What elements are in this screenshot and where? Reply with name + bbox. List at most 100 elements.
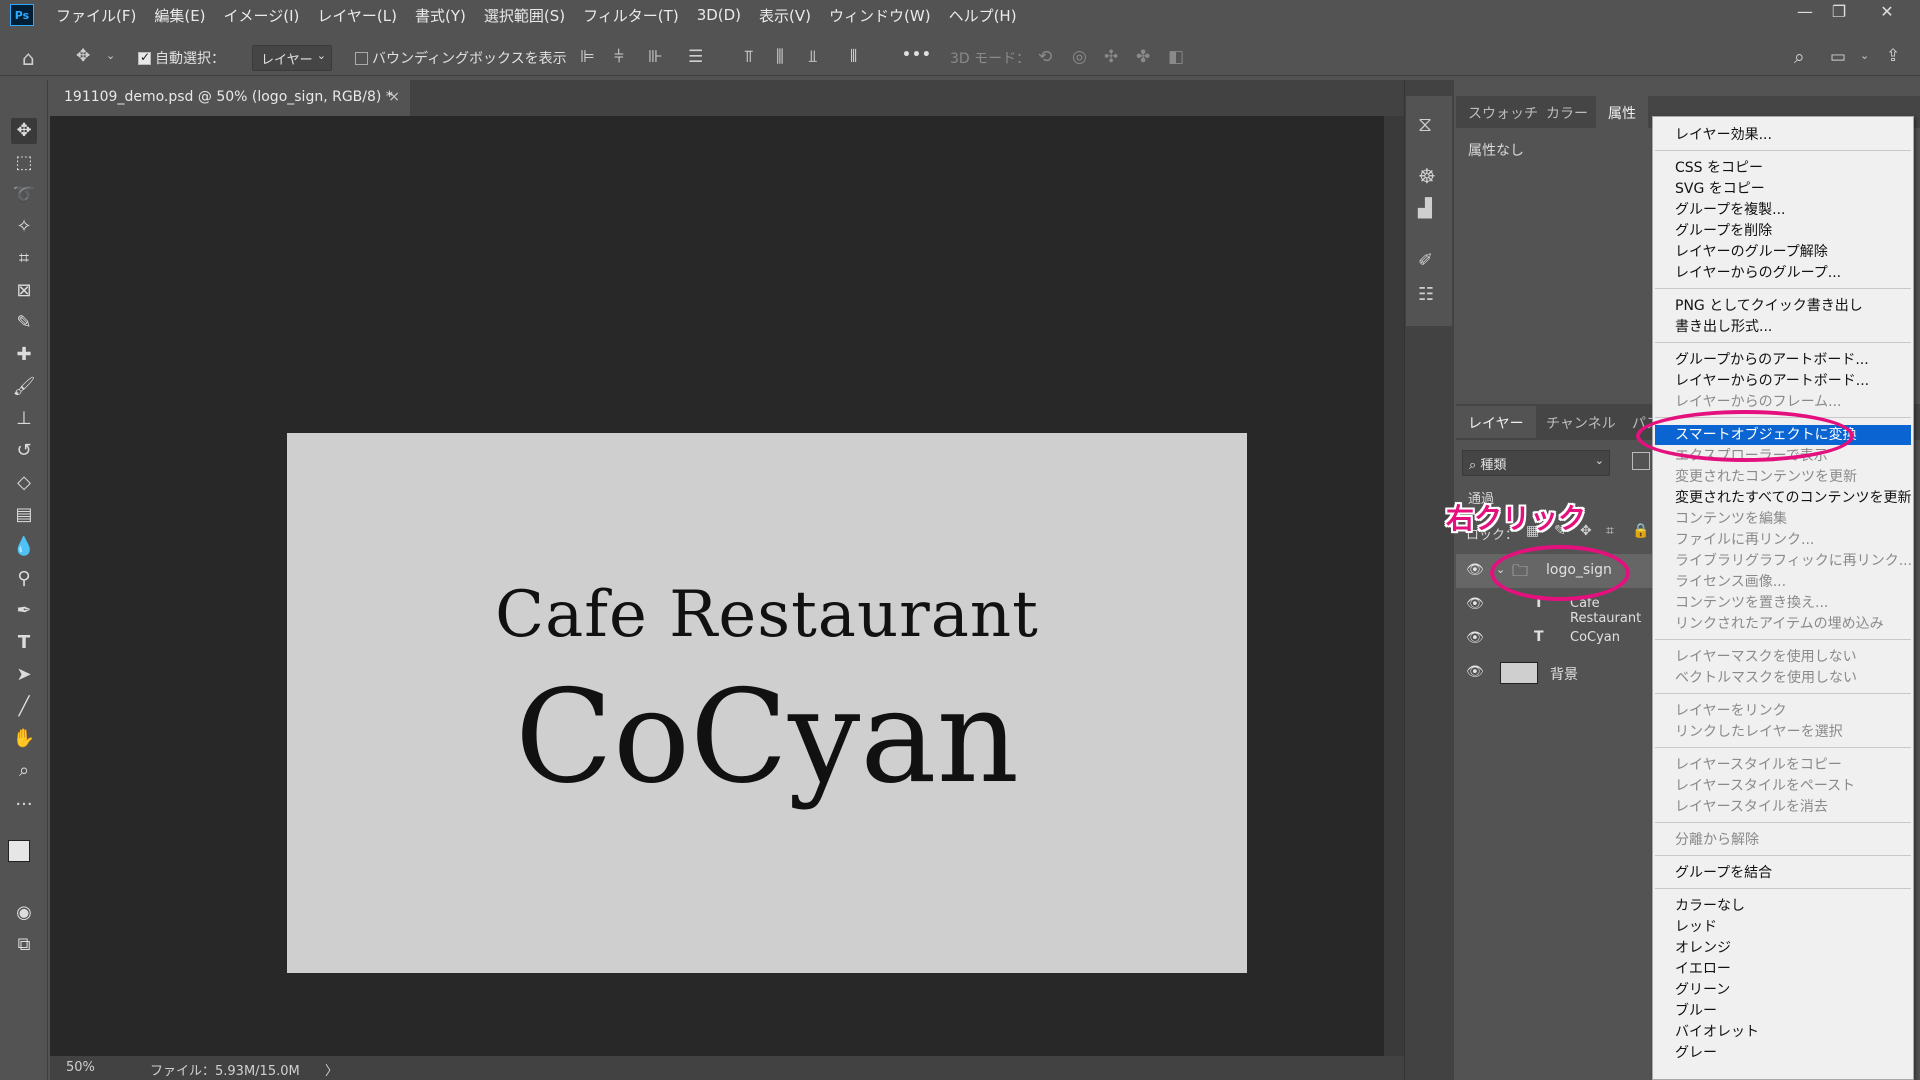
move-tool-icon[interactable]: ✥ <box>11 118 37 144</box>
blur-tool-icon[interactable]: 💧 <box>11 534 37 560</box>
menu-help[interactable]: ヘルプ(H) <box>949 5 1017 26</box>
auto-select-target-dropdown[interactable]: レイヤー ⌄ <box>252 45 332 71</box>
context-menu-item[interactable]: 書き出し形式... <box>1675 317 1772 337</box>
context-menu-item[interactable]: オレンジ <box>1675 938 1731 958</box>
share-icon[interactable]: ⇪ <box>1886 48 1900 65</box>
context-menu-item[interactable]: レイヤーからのグループ... <box>1675 263 1841 283</box>
menu-layer[interactable]: レイヤー(L) <box>317 5 397 26</box>
menu-image[interactable]: イメージ(I) <box>224 5 300 26</box>
context-menu-item[interactable]: レイヤーのグループ解除 <box>1675 242 1828 262</box>
vertical-scrollbar[interactable] <box>1384 116 1404 1056</box>
context-menu-item[interactable]: グリーン <box>1675 980 1730 1000</box>
brush-settings-panel-icon[interactable]: ✐ <box>1418 252 1433 270</box>
menu-3d[interactable]: 3D(D) <box>697 6 741 24</box>
type-tool-icon[interactable]: T <box>11 630 37 656</box>
align-middle-icon[interactable]: ⫼ <box>776 49 784 66</box>
adjustments-panel-icon[interactable]: ☸ <box>1418 166 1436 186</box>
dodge-tool-icon[interactable]: ⚲ <box>11 566 37 592</box>
properties-sliders-icon[interactable]: ☷ <box>1418 286 1434 304</box>
quick-mask-icon[interactable]: ◉ <box>11 900 37 926</box>
tab-properties[interactable]: 属性 <box>1596 96 1648 128</box>
align-center-icon[interactable]: ⫩ <box>614 49 624 66</box>
context-menu-item[interactable]: PNG としてクイック書き出し <box>1675 296 1863 316</box>
3d-slide-icon[interactable]: ✤ <box>1136 49 1150 66</box>
pen-tool-icon[interactable]: ✒ <box>11 598 37 624</box>
healing-brush-tool-icon[interactable]: ✚ <box>11 342 37 368</box>
more-tools-icon[interactable]: ··· <box>11 792 37 818</box>
frame-tool-icon[interactable]: ⊠ <box>11 278 37 304</box>
search-icon[interactable]: ⌕ <box>1794 48 1805 67</box>
context-menu-item[interactable]: カラーなし <box>1675 896 1745 916</box>
restore-icon[interactable]: ❐ <box>1824 2 1854 26</box>
clone-stamp-tool-icon[interactable]: ⊥ <box>11 406 37 432</box>
magic-wand-tool-icon[interactable]: ✧ <box>11 214 37 240</box>
path-selection-tool-icon[interactable]: ➤ <box>11 662 37 688</box>
context-menu-item[interactable]: グレー <box>1675 1043 1717 1063</box>
foreground-color-swatch[interactable] <box>8 840 30 862</box>
minimize-icon[interactable]: — <box>1790 2 1820 26</box>
document-tab[interactable]: 191109_demo.psd @ 50% (logo_sign, RGB/8)… <box>50 80 410 116</box>
brush-tool-icon[interactable]: 🖌 <box>11 374 37 400</box>
lock-all-icon[interactable]: 🔒 <box>1632 524 1649 538</box>
history-panel-icon[interactable]: ⧖ <box>1418 114 1432 134</box>
lock-artboard-icon[interactable]: ⌗ <box>1606 524 1614 538</box>
context-menu-item[interactable]: 変更されたすべてのコンテンツを更新 <box>1675 488 1911 508</box>
visibility-eye-icon[interactable]: 👁 <box>1466 630 1484 646</box>
more-options-button[interactable]: ••• <box>902 47 932 63</box>
visibility-eye-icon[interactable]: 👁 <box>1466 664 1484 680</box>
chevron-down-icon[interactable]: ⌄ <box>106 50 115 61</box>
context-menu-item[interactable]: グループを結合 <box>1675 863 1772 883</box>
context-menu-item[interactable]: グループからのアートボード... <box>1675 350 1869 370</box>
zoom-tool-icon[interactable]: ⌕ <box>11 758 37 784</box>
close-window-icon[interactable]: ✕ <box>1872 2 1902 26</box>
menu-view[interactable]: 表示(V) <box>759 5 811 26</box>
document-workspace[interactable]: Cafe Restaurant CoCyan <box>50 116 1384 1056</box>
3d-roll-icon[interactable]: ◎ <box>1072 49 1087 66</box>
align-right-icon[interactable]: ⊪ <box>648 49 663 66</box>
auto-select-checkbox[interactable]: 自動選択： <box>138 48 225 68</box>
context-menu-item[interactable]: レイヤーからのアートボード... <box>1675 371 1869 391</box>
menu-file[interactable]: ファイル(F) <box>56 5 136 26</box>
context-menu-item[interactable]: グループを削除 <box>1675 221 1772 241</box>
screen-mode-icon[interactable]: ⧉ <box>11 932 37 958</box>
move-tool-icon[interactable]: ✥ <box>76 48 90 65</box>
context-menu-item[interactable]: レイヤー効果... <box>1675 125 1772 145</box>
menu-select[interactable]: 選択範囲(S) <box>484 5 565 26</box>
bounding-box-checkbox[interactable]: バウンディングボックスを表示 <box>355 48 567 68</box>
visibility-eye-icon[interactable]: 👁 <box>1466 596 1484 612</box>
chevron-down-icon[interactable]: ⌄ <box>1860 50 1869 61</box>
align-left-icon[interactable]: ⊫ <box>580 49 595 66</box>
menu-filter[interactable]: フィルター(T) <box>583 5 679 26</box>
menu-window[interactable]: ウィンドウ(W) <box>829 5 931 26</box>
layer-row-background[interactable]: 👁 背景 <box>1456 656 1656 690</box>
home-icon[interactable]: ⌂ <box>22 48 35 68</box>
context-menu-item[interactable]: CSS をコピー <box>1675 158 1763 178</box>
layer-filter-dropdown[interactable]: ⌕ 種類 ⌄ <box>1462 450 1610 476</box>
status-expand-icon[interactable]: 〉 <box>325 1060 338 1079</box>
crop-tool-icon[interactable]: ⌗ <box>11 246 37 272</box>
checkbox-checked-icon[interactable] <box>138 50 151 65</box>
lasso-tool-icon[interactable]: ➰ <box>11 182 37 208</box>
tab-layers[interactable]: レイヤー <box>1456 406 1536 438</box>
tab-channels[interactable]: チャンネル <box>1534 406 1628 438</box>
checkbox-unchecked-icon[interactable] <box>355 52 368 65</box>
eyedropper-tool-icon[interactable]: ✎ <box>11 310 37 336</box>
menu-edit[interactable]: 編集(E) <box>154 5 205 26</box>
eraser-tool-icon[interactable]: ◇ <box>11 470 37 496</box>
context-menu-item[interactable]: ブルー <box>1675 1001 1717 1021</box>
workspace-icon[interactable]: ▭ <box>1830 49 1846 66</box>
menu-type[interactable]: 書式(Y) <box>415 5 466 26</box>
context-menu-item[interactable]: グループを複製... <box>1675 200 1786 220</box>
align-top-icon[interactable]: ⫪ <box>744 49 754 66</box>
histogram-panel-icon[interactable]: ▟ <box>1418 200 1432 218</box>
3d-camera-icon[interactable]: ◧ <box>1168 49 1184 66</box>
marquee-tool-icon[interactable]: ⬚ <box>11 150 37 176</box>
3d-orbit-icon[interactable]: ⟲ <box>1038 49 1052 66</box>
zoom-level[interactable]: 50% <box>66 1060 95 1075</box>
history-brush-tool-icon[interactable]: ↺ <box>11 438 37 464</box>
3d-pan-icon[interactable]: ✣ <box>1104 49 1118 66</box>
context-menu-item[interactable]: イエロー <box>1675 959 1731 979</box>
line-tool-icon[interactable]: ╱ <box>11 694 37 720</box>
context-menu-item[interactable]: バイオレット <box>1675 1022 1759 1042</box>
tab-color[interactable]: カラー <box>1534 96 1600 128</box>
